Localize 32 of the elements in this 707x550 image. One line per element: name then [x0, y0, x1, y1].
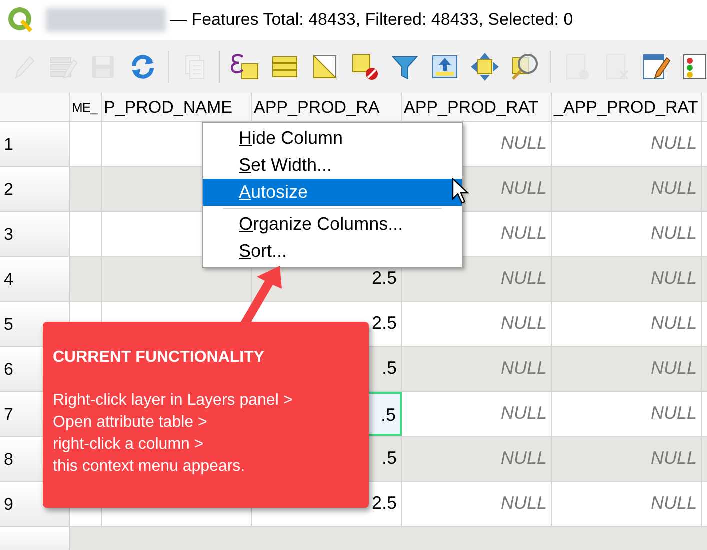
table-cell: NULL	[552, 482, 702, 526]
table-cell: NULL	[552, 392, 702, 436]
row-header[interactable]: 2	[0, 167, 70, 211]
row-header[interactable]: 3	[0, 212, 70, 256]
menu-item[interactable]: Autosize	[203, 179, 462, 206]
table-cell: NULL	[552, 347, 702, 391]
column-header[interactable]: ME_	[70, 93, 102, 121]
conditional-formatting-icon[interactable]	[681, 52, 707, 82]
column-header[interactable]: APP_PROD_RAT	[402, 93, 552, 121]
pan-icon[interactable]	[470, 52, 500, 82]
table-cell: NULL	[552, 437, 702, 481]
expression-select-icon[interactable]	[230, 52, 260, 82]
table-cell: NULL	[402, 437, 552, 481]
table-cell: NULL	[402, 482, 552, 526]
zoom-icon[interactable]	[510, 52, 540, 82]
row-header[interactable]: 4	[0, 257, 70, 301]
table-cell: NULL	[402, 302, 552, 346]
deselect-icon[interactable]	[350, 52, 380, 82]
table-cell: NULL	[552, 257, 702, 301]
column-header[interactable]: APP_PROD_RA	[252, 93, 402, 121]
app-logo-icon	[8, 7, 34, 33]
column-header[interactable]: _APP_PROD_RAT	[552, 93, 702, 121]
table-cell: NULL	[552, 167, 702, 211]
table-cell: NULL	[552, 302, 702, 346]
window-title: — Features Total: 48433, Filtered: 48433, Selected: 0	[170, 9, 574, 32]
column-header[interactable]: P_PROD_NAME	[102, 93, 252, 121]
table-cell: NULL	[402, 347, 552, 391]
table-cell: NULL	[552, 122, 702, 166]
table-cell: NULL	[402, 392, 552, 436]
table-cell: NULL	[552, 212, 702, 256]
row-header[interactable]: 1	[0, 122, 70, 166]
field-calculator-icon[interactable]	[641, 52, 671, 82]
